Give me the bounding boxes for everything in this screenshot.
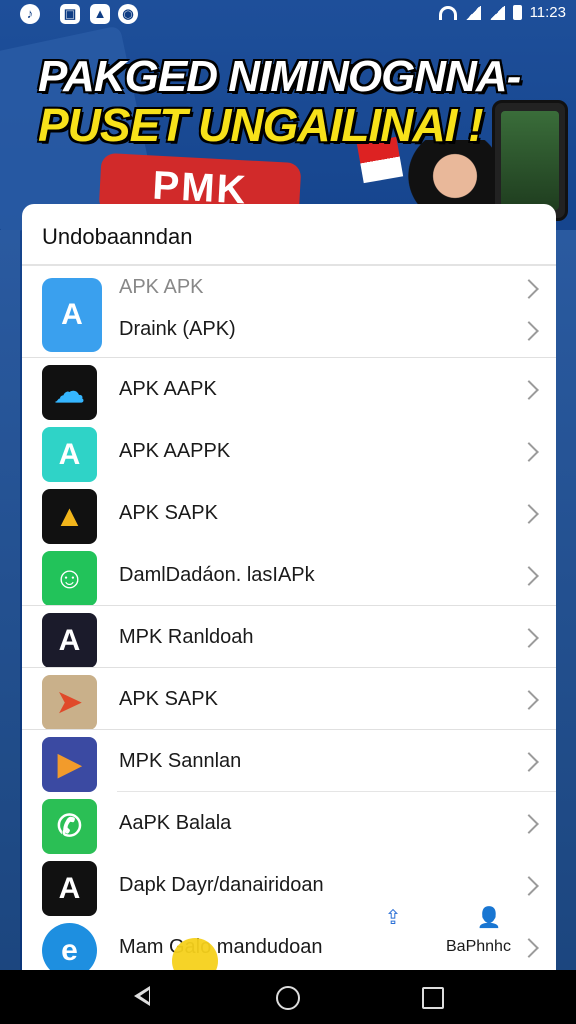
photo-icon: ▲ [90,4,110,24]
list-item-label: DamlDadáon. lasIAPk [119,564,315,586]
chevron-right-icon [519,938,539,958]
chevron-right-icon [519,628,539,648]
chevron-right-icon [519,752,539,772]
prism-icon: ▶ [42,737,97,792]
share-icon[interactable]: ⇪ [378,903,408,933]
chevron-right-icon [519,876,539,896]
black-a-icon: A [42,613,97,668]
list-item-label: MPK Ranldoah [119,626,254,648]
chevron-right-icon [519,814,539,834]
chat-bubble-icon: ☺ [42,551,97,606]
chevron-right-icon [519,442,539,462]
list-item-label: AaPK Balala [119,812,232,834]
wifi-icon [438,5,457,20]
banner-headline-1: PAKGED NIMINOGNNA- [38,52,521,101]
background-edge-left [0,230,20,970]
list-item[interactable]: ▲ APK SAPK [22,482,556,544]
list-item-label: APK AAPPK [119,440,231,462]
chevron-right-icon [519,321,539,341]
list-item-label: Dapk Dayr/danairidoan [119,874,324,896]
status-bar: ♪ ▣ ▲ ◉ 11:23 [0,0,576,28]
home-icon[interactable] [276,986,300,1010]
list-item[interactable]: ☁ APK AAPK [22,358,556,420]
screenshot-icon: ▣ [60,4,80,24]
blue-round-icon: e [42,923,97,970]
list-item-label: APK SAPK [119,688,218,710]
list-item-label: MPK Sannlan [119,750,242,772]
navigation-bar [0,970,576,1024]
status-time: 11:23 [529,4,566,21]
banner-headline-2: PUSET UNGAILINAI ! [38,99,484,151]
app-store-a-icon: A [42,278,102,352]
camera-icon: ◉ [118,4,138,24]
list-item[interactable]: A MPK Ranldoah [22,606,556,668]
battery-icon [512,5,522,20]
green-a-icon: A [42,427,97,482]
chevron-right-icon [519,566,539,586]
whatsapp-icon: ✆ [42,799,97,854]
list-item-subtitle: APK APK [119,276,204,298]
back-icon-inner [140,990,149,1002]
list-item-label: Mam Galo mandudoan [119,936,323,958]
chevron-right-icon [519,690,539,710]
chevron-right-icon [519,504,539,524]
tiktok-icon: ♪ [20,4,40,24]
background-edge-right [556,230,576,970]
list-item[interactable]: A APK APK Draink (APK) [22,266,556,358]
list-item[interactable]: ✆ AaPK Balala [22,792,556,854]
list-item[interactable]: ▶ MPK Sannlan [22,730,556,792]
red-a-logo-icon: A [42,861,97,916]
chevron-right-icon [519,380,539,400]
user-add-icon[interactable]: 👤 [474,903,504,933]
signal-icon [464,5,481,20]
app-chooser-sheet: Undobaanndan A APK APK Draink (APK) ☁ AP… [22,204,556,970]
paper-plane-icon: ➤ [42,675,97,730]
chevron-right-icon [519,279,539,299]
recent-apps-icon[interactable] [422,987,444,1009]
sheet-title: Undobaanndan [42,224,193,249]
list-item[interactable]: ➤ APK SAPK [22,668,556,730]
list-item-label: APK AAPK [119,378,217,400]
signal-icon [488,5,505,20]
gold-logo-icon: ▲ [42,489,97,544]
list-item-label: Draink (APK) [119,318,236,340]
list-item[interactable]: A APK AAPPK [22,420,556,482]
list-item-label: APK SAPK [119,502,218,524]
cloud-link-icon: ☁ [42,365,97,420]
list-item[interactable]: ☺ DamlDadáon. lasIAPk [22,544,556,606]
